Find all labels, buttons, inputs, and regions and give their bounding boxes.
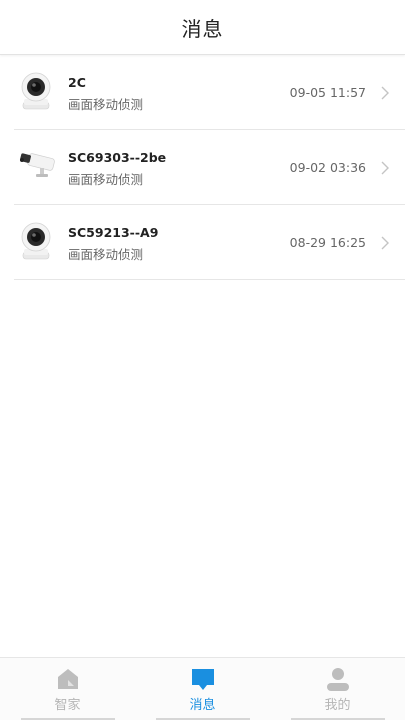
event-type: 画面移动侦测 (68, 97, 144, 112)
tab-messages[interactable]: 消息 (135, 658, 270, 720)
bottom-tab-bar: 智家 消息 我的 (0, 657, 405, 720)
profile-icon (326, 668, 349, 691)
chevron-right-icon (381, 161, 389, 175)
message-time: 09-05 11:57 (289, 85, 366, 100)
chevron-right-icon (381, 236, 389, 250)
message-row[interactable]: 2C 画面移动侦测 09-05 11:57 (14, 55, 405, 130)
event-type: 画面移动侦测 (68, 172, 144, 187)
top-bar: 消息 (0, 0, 405, 55)
message-icon (191, 669, 214, 690)
event-type: 画面移动侦测 (68, 247, 144, 262)
tab-home[interactable]: 智家 (0, 658, 135, 720)
tab-label: 我的 (324, 698, 351, 713)
bullet-camera-icon (19, 153, 55, 177)
dome-camera-icon (21, 222, 51, 260)
chevron-right-icon (381, 86, 389, 100)
message-row[interactable]: SC59213--A9 画面移动侦测 08-29 16:25 (14, 205, 405, 280)
message-list: 2C 画面移动侦测 09-05 11:57 SC69303--2be 画面移动侦… (0, 55, 405, 280)
messages-screen: 消息 2C 画面移动侦测 09-05 11:57 SC69303--2be 画面… (0, 0, 405, 720)
device-name: SC59213--A9 (68, 225, 159, 240)
home-icon (57, 669, 78, 689)
page-title: 消息 (181, 16, 224, 41)
device-name: SC69303--2be (68, 150, 167, 165)
device-name: 2C (68, 75, 86, 90)
tab-profile[interactable]: 我的 (270, 658, 405, 720)
tab-label: 消息 (189, 698, 216, 713)
dome-camera-icon (21, 72, 51, 110)
message-time: 09-02 03:36 (289, 160, 366, 175)
message-row[interactable]: SC69303--2be 画面移动侦测 09-02 03:36 (14, 130, 405, 205)
message-time: 08-29 16:25 (289, 235, 366, 250)
tab-label: 智家 (54, 698, 81, 713)
